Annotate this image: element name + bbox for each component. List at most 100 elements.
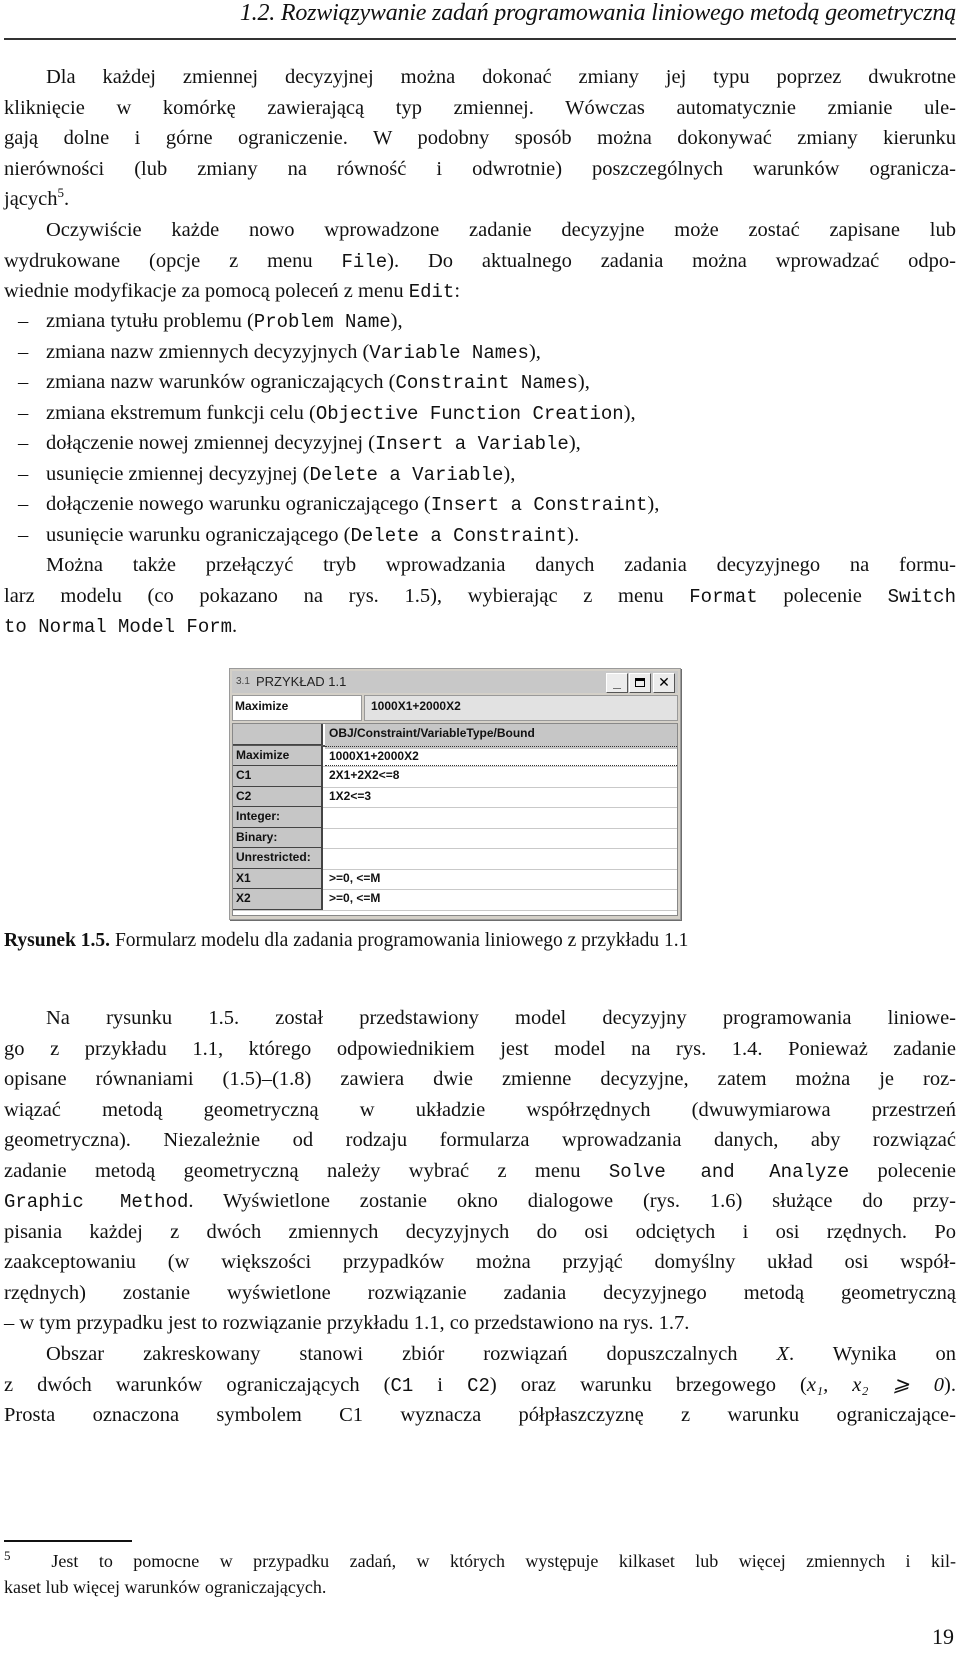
text-line: Na rysunku 1.5. został przedstawiony mod…: [46, 1007, 956, 1029]
objective-row: Maximize 1000X1+2000X2: [232, 695, 678, 721]
footnote: 5 Jest to pomocne w przypadku zadań, w k…: [4, 1548, 956, 1600]
window-titlebar[interactable]: 3.1 PRZYKŁAD 1.1 _ ✕: [232, 671, 678, 693]
text-line: Dla każdej zmiennej decyzyjnej można dok…: [46, 66, 956, 88]
list-dash: –: [18, 371, 29, 393]
constraint-name: C1: [390, 1374, 414, 1397]
close-button[interactable]: ✕: [653, 673, 675, 693]
figure-label: Rysunek 1.5.: [4, 930, 111, 951]
row-header: X1: [233, 868, 323, 889]
text-fragment: .: [232, 615, 238, 637]
command-name: Constraint Names: [395, 372, 578, 394]
list-item: – dołączenie nowej zmiennej decyzyjnej (I…: [4, 428, 956, 459]
text-fragment: . Wyświetlone zostanie okno dialogowe (r…: [188, 1190, 956, 1212]
page-number: 19: [932, 1624, 954, 1649]
list-item: – zmiana ekstremum funkcji celu (Objectiv…: [4, 398, 956, 429]
row-header: Unrestricted:: [233, 848, 323, 869]
list-dash: –: [18, 493, 29, 515]
list-dash: –: [18, 401, 29, 424]
list-item-text: zmiana nazw zmiennych decyzyjnych (: [46, 340, 370, 363]
command-name: Delete a Variable: [309, 463, 504, 486]
text-line: jących5.: [4, 184, 956, 215]
window-title: PRZYKŁAD 1.1: [256, 674, 347, 689]
list-item-text: zmiana nazw warunków ograniczających (: [46, 371, 396, 393]
text-fragment: Obszar zakreskowany stanowi zbiór rozwią…: [46, 1343, 777, 1365]
list-item-text: dołączenie nowego warunku ograniczająceg…: [46, 493, 431, 515]
text-line: Graphic Method. Wyświetlone zostanie okn…: [4, 1186, 956, 1217]
grid-row: Maximize 1000X1+2000X2: [233, 745, 677, 767]
text-line: wiednie modyfikacje za pomocą poleceń z …: [4, 276, 956, 307]
text-line: larz modelu (co pokazano na rys. 1.5), w…: [4, 581, 956, 612]
list-item: – zmiana nazw warunków ograniczających (C…: [4, 367, 956, 398]
figure-caption: Rysunek 1.5. Formularz modelu dla zadani…: [4, 930, 688, 952]
list-item-text: usunięcie zmiennej decyzyjnej (: [46, 462, 310, 485]
text-line: zaakceptowaniu (w większości przypadków …: [4, 1251, 956, 1273]
row-header: X2: [233, 889, 323, 910]
list-item-text: dołączenie nowej zmiennej decyzyjnej (: [46, 432, 375, 454]
row-header: C1: [233, 766, 323, 787]
list-item-end: ),: [528, 340, 541, 363]
text-line: zadanie metodą geometryczną należy wybra…: [4, 1156, 956, 1187]
text-line: Oczywiście każde nowo wprowadzone zadani…: [46, 219, 956, 241]
text-fragment: ). Do aktualnego zadania można wprowadza…: [387, 249, 956, 272]
grid-cell[interactable]: 1000X1+2000X2: [325, 745, 677, 766]
list-item-end: ),: [623, 401, 636, 424]
menu-name-solve-and-analyze: Solve and Analyze: [608, 1160, 850, 1183]
text-fragment: z dwóch warunków ograniczających (: [4, 1373, 391, 1396]
row-header: Binary:: [233, 827, 323, 848]
list-item-end: ),: [568, 432, 581, 454]
list-item: – zmiana nazw zmiennych decyzyjnych (Vari…: [4, 337, 956, 368]
objective-type-cell[interactable]: Maximize: [232, 695, 362, 721]
grid-corner-cell: [233, 724, 323, 745]
text-fragment: :: [454, 280, 461, 302]
command-name: Objective Function Creation: [315, 402, 624, 425]
row-header: C2: [233, 786, 323, 807]
close-icon: ✕: [658, 674, 670, 690]
edit-commands-list: – zmiana tytułu problemu (Problem Name), …: [4, 306, 956, 550]
command-name: Graphic Method: [4, 1191, 189, 1213]
text-line: go z przykładu 1.1, którego odpowiedniki…: [4, 1037, 956, 1060]
command-name: Insert a Variable: [374, 433, 569, 455]
command-name: Delete a Constraint: [350, 524, 568, 547]
text-line: wiązać metodą geometryczną w układzie ws…: [4, 1098, 956, 1121]
text-line: kliknięcie w komórkę zawierającą typ zmi…: [4, 96, 956, 119]
grid-row: Unrestricted:: [233, 848, 677, 870]
command-name: Variable Names: [369, 341, 529, 364]
constraint-name: C2: [467, 1374, 490, 1397]
text-line: to Normal Model Form.: [4, 611, 956, 642]
menu-name-file: File: [341, 250, 388, 273]
text-fragment: ).: [944, 1373, 956, 1396]
footnote-line: 5 Jest to pomocne w przypadku zadań, w k…: [4, 1548, 956, 1574]
list-dash: –: [18, 462, 29, 485]
text-line: rzędnych) zostanie wyświetlone rozwiązan…: [4, 1281, 956, 1304]
list-item: – usunięcie zmiennej decyzyjnej (Delete a…: [4, 459, 956, 490]
grid-cell[interactable]: >=0, <=M: [325, 889, 677, 914]
command-name: Problem Name: [253, 311, 391, 333]
model-form-window: 3.1 PRZYKŁAD 1.1 _ ✕ Maximize 1000X1+200…: [229, 668, 681, 920]
row-header: Integer:: [233, 807, 323, 828]
objective-function-cell[interactable]: 1000X1+2000X2: [364, 695, 678, 721]
model-grid: OBJ/Constraint/VariableType/Bound Maximi…: [232, 723, 678, 916]
list-dash: –: [18, 432, 29, 454]
row-header: Maximize: [233, 745, 323, 766]
running-header: 1.2. Rozwiązywanie zadań programowania l…: [0, 0, 960, 44]
maximize-button[interactable]: [629, 673, 651, 693]
list-item-end: ),: [647, 493, 660, 515]
text-line: Obszar zakreskowany stanowi zbiór rozwią…: [4, 1339, 956, 1370]
list-item-text: usunięcie warunku ograniczającego (: [46, 523, 351, 546]
text-fragment: ) oraz warunku brzegowego (: [489, 1373, 807, 1396]
minimize-button[interactable]: _: [606, 673, 628, 693]
math-variable: X: [776, 1343, 790, 1365]
text-line: Można także przełączyć tryb wprowadzania…: [46, 554, 956, 576]
text-fragment: zadanie metodą geometryczną należy wybra…: [4, 1159, 609, 1182]
list-item-end: ),: [390, 310, 403, 332]
list-item-end: ),: [503, 462, 516, 485]
command-name: Switch: [887, 585, 956, 608]
grid-row: C1 2X1+2X2<=8: [233, 766, 677, 788]
command-name: to Normal Model Form: [4, 616, 233, 638]
text-fragment: jących: [4, 188, 58, 210]
list-dash: –: [18, 340, 29, 363]
grid-row: X2 >=0, <=M: [233, 889, 677, 911]
paragraph-4: Na rysunku 1.5. został przedstawiony mod…: [4, 1003, 956, 1339]
paragraph-1: Dla każdej zmiennej decyzyjnej można dok…: [4, 62, 956, 215]
list-item: – zmiana tytułu problemu (Problem Name),: [4, 306, 956, 337]
